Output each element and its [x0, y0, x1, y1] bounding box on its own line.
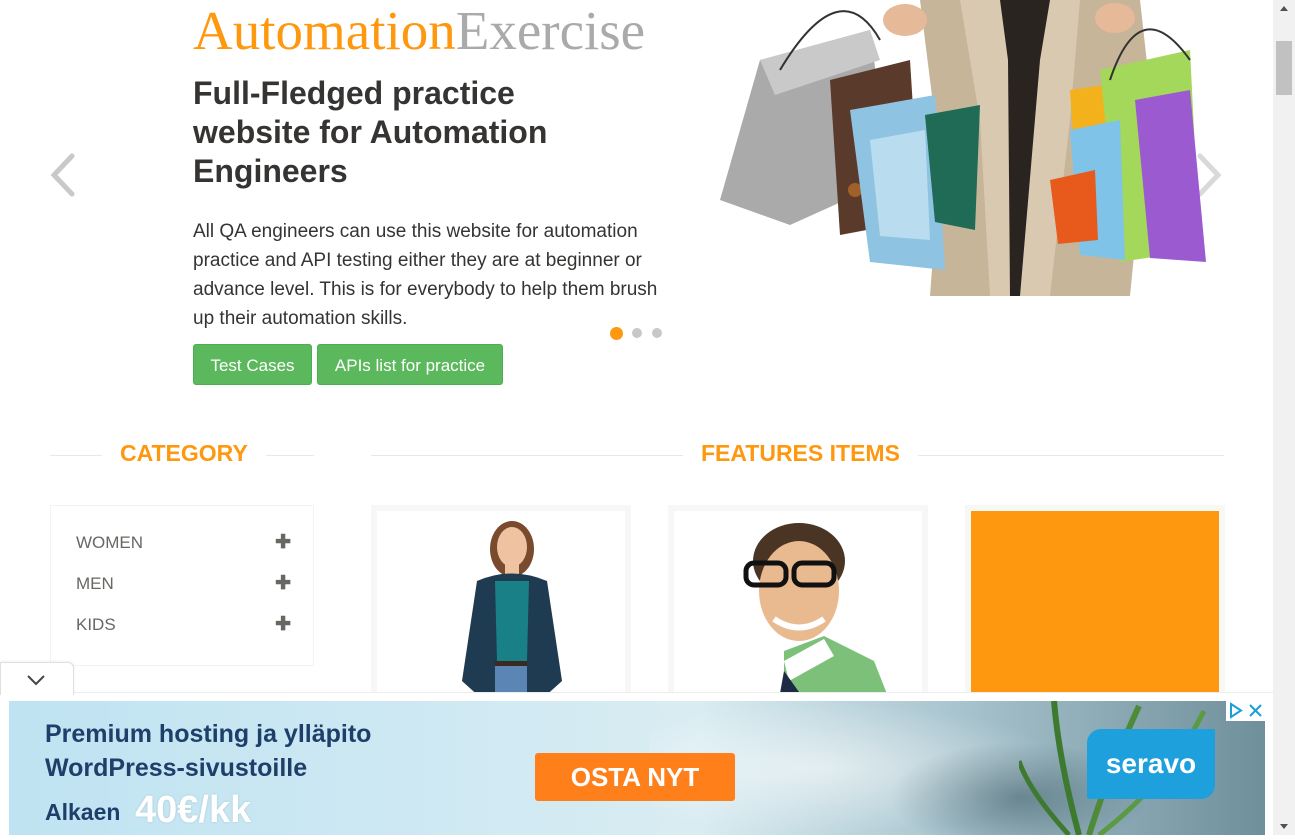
product-card[interactable]	[668, 505, 928, 705]
product-image-man	[674, 511, 922, 699]
category-label: WOMEN	[76, 533, 144, 552]
product-card[interactable]	[965, 505, 1225, 705]
product-image-placeholder	[971, 511, 1219, 699]
scroll-up-icon[interactable]	[1273, 0, 1295, 17]
features-items-title: Features Items	[683, 440, 918, 466]
scroll-down-icon[interactable]	[1273, 818, 1295, 835]
site-brand: AutomationExercise	[193, 2, 645, 60]
hero-image-shopping-girl	[720, 0, 1206, 296]
vertical-scrollbar[interactable]	[1273, 0, 1295, 835]
apis-list-button[interactable]: APIs list for practice	[317, 344, 503, 385]
ad-headline-line2: WordPress-sivustoille	[45, 754, 308, 782]
category-item-men[interactable]: MEN ✚	[76, 572, 291, 596]
scrollbar-thumb[interactable]	[1276, 41, 1292, 95]
category-label: MEN	[76, 574, 114, 593]
slide-indicator-2[interactable]	[632, 328, 642, 338]
product-card[interactable]	[371, 505, 631, 705]
ad-price: 40€/kk	[135, 789, 252, 831]
plus-icon[interactable]: ✚	[275, 613, 291, 637]
ad-price-prefix: Alkaen	[45, 799, 121, 825]
brand-exercise: Exercise	[455, 0, 646, 61]
ad-close-icon[interactable]	[1246, 701, 1265, 720]
ad-brand-logo[interactable]: seravo	[1087, 729, 1215, 799]
plus-icon[interactable]: ✚	[275, 531, 291, 555]
slider-headline: Full-Fledged practice website for Automa…	[193, 75, 548, 189]
ad-buy-now-button[interactable]: OSTA NYT	[535, 753, 735, 801]
slide-indicator-3[interactable]	[652, 328, 662, 338]
plus-icon[interactable]: ✚	[275, 572, 291, 596]
product-image-woman	[377, 511, 625, 699]
slide-indicator-1[interactable]	[610, 327, 623, 340]
ad-banner[interactable]: Premium hosting ja ylläpito WordPress-si…	[9, 701, 1265, 835]
ad-collapse-toggle[interactable]	[0, 662, 74, 695]
ad-choices-icon[interactable]	[1226, 701, 1245, 720]
category-item-women[interactable]: WOMEN ✚	[76, 531, 291, 555]
previous-slide-icon[interactable]	[46, 150, 82, 200]
category-label: KIDS	[76, 615, 116, 634]
chevron-down-icon	[27, 675, 45, 686]
ad-headline-line1: Premium hosting ja ylläpito	[45, 720, 372, 748]
category-panel: WOMEN ✚ MEN ✚ KIDS ✚	[50, 505, 314, 666]
category-title: Category	[102, 440, 266, 466]
brand-automation: Automation	[193, 0, 456, 61]
slider-description: All QA engineers can use this website fo…	[193, 221, 658, 329]
category-item-kids[interactable]: KIDS ✚	[76, 613, 291, 637]
test-cases-button[interactable]: Test Cases	[193, 344, 312, 385]
